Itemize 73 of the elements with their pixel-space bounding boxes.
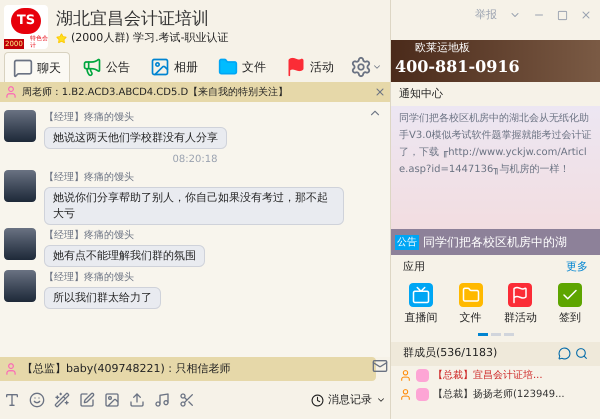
- member-row[interactable]: 【总裁】宜昌会计证培...: [391, 366, 600, 384]
- avatar: [416, 368, 429, 382]
- maximize-icon[interactable]: [557, 10, 568, 20]
- app-button[interactable]: 群活动: [498, 283, 542, 326]
- music-icon[interactable]: [154, 392, 170, 408]
- upload-icon[interactable]: [129, 392, 145, 408]
- notification-text: 【总监】baby(409748221) : 只相信老师: [22, 360, 230, 377]
- members-title: 群成员(536/1183): [403, 345, 498, 362]
- user-icon: [4, 362, 18, 376]
- avatar: [4, 228, 36, 260]
- clock-icon: [311, 394, 324, 406]
- avatar: [4, 270, 36, 302]
- smiley-icon[interactable]: [29, 392, 45, 408]
- user-icon: [4, 85, 18, 99]
- megaphone-icon: [82, 57, 102, 77]
- notice-panel: 同学们把各校区机房中的湖北会从无纸化助手V3.0模似考试软件题掌握就能考过会计证了，下载 ╓http://www.yckjw.com/Article.asp?id=1447136╖与机房的一样！: [391, 106, 600, 229]
- avatar: [4, 170, 36, 202]
- edit-icon[interactable]: [79, 392, 95, 408]
- mail-icon[interactable]: [372, 358, 388, 374]
- picture-icon[interactable]: [104, 392, 120, 408]
- flag-icon: [508, 283, 532, 307]
- chat-icon: [13, 58, 33, 78]
- announcement-bar[interactable]: 公告 同学们把各校区机房中的湖: [391, 229, 600, 255]
- folder-icon: [218, 57, 238, 77]
- search-icon[interactable]: [575, 347, 588, 360]
- tab[interactable]: 相册: [142, 52, 206, 82]
- more-link[interactable]: 更多: [566, 258, 588, 276]
- picture-icon: [150, 57, 170, 77]
- wand-icon[interactable]: [54, 392, 70, 408]
- message-bubble: 她有点不能理解我们群的氛围: [44, 245, 205, 267]
- scissors-icon[interactable]: [179, 392, 195, 408]
- announcement-text: 同学们把各校区机房中的湖: [423, 234, 567, 251]
- tv-icon: [409, 283, 433, 307]
- announcement-badge: 公告: [395, 234, 419, 250]
- group-name: 湖北宜昌会计证培训: [56, 8, 210, 30]
- panel-title: 通知中心: [398, 86, 444, 102]
- history-button[interactable]: 消息记录: [311, 392, 386, 408]
- chat-icon[interactable]: [558, 347, 571, 360]
- page-dots: [478, 332, 514, 336]
- message-bubble: 所以我们群太给力了: [44, 287, 161, 309]
- section-title: 应用: [403, 258, 425, 275]
- member-name: 【总裁】扬扬老师(123949...: [433, 388, 565, 402]
- tab[interactable]: 文件: [210, 52, 274, 82]
- ad-banner[interactable]: 欧莱运地板 400-881-0916: [391, 40, 600, 82]
- avatar: [416, 388, 429, 400]
- notification-text: 周老师 : 1.B2.ACD3.ABCD4.CD5.D【来自我的特别关注】: [22, 86, 290, 100]
- member-row[interactable]: 【总裁】扬扬老师(123949...: [391, 384, 600, 404]
- checkbox-icon: [558, 283, 582, 307]
- folder-icon: [458, 283, 483, 307]
- tab[interactable]: 聊天: [4, 52, 70, 82]
- close-icon[interactable]: [374, 86, 386, 98]
- group-subtitle: (2000人群) 学习.考试-职业认证: [71, 30, 229, 46]
- close-icon[interactable]: [580, 9, 592, 21]
- user-icon: [399, 368, 412, 382]
- gear-icon: [350, 56, 372, 78]
- sender-name: 【经理】疼痛的馒头: [44, 270, 134, 285]
- app-button[interactable]: 文件: [448, 283, 493, 326]
- sender-name: 【经理】疼痛的馒头: [44, 228, 134, 243]
- sender-name: 【经理】疼痛的馒头: [44, 110, 134, 125]
- user-icon: [399, 388, 412, 400]
- sender-name: 【经理】疼痛的馒头: [44, 170, 134, 185]
- tab[interactable]: 活动: [278, 52, 342, 82]
- message-bubble: 她说你们分享帮助了别人，你自己如果没有考过，那不起大亏: [44, 187, 344, 225]
- message-bubble: 她说这两天他们学校群没有人分享: [44, 127, 227, 149]
- avatar: [4, 110, 36, 142]
- font-icon[interactable]: [4, 392, 20, 408]
- app-button[interactable]: 直播间: [399, 283, 443, 326]
- tab[interactable]: 公告: [74, 52, 138, 82]
- app-button[interactable]: 签到: [548, 283, 592, 326]
- star-icon: [56, 32, 67, 44]
- member-name: 【总裁】宜昌会计证培...: [433, 368, 543, 382]
- flag-icon: [286, 57, 306, 77]
- timestamp: 08:20:18: [172, 153, 218, 167]
